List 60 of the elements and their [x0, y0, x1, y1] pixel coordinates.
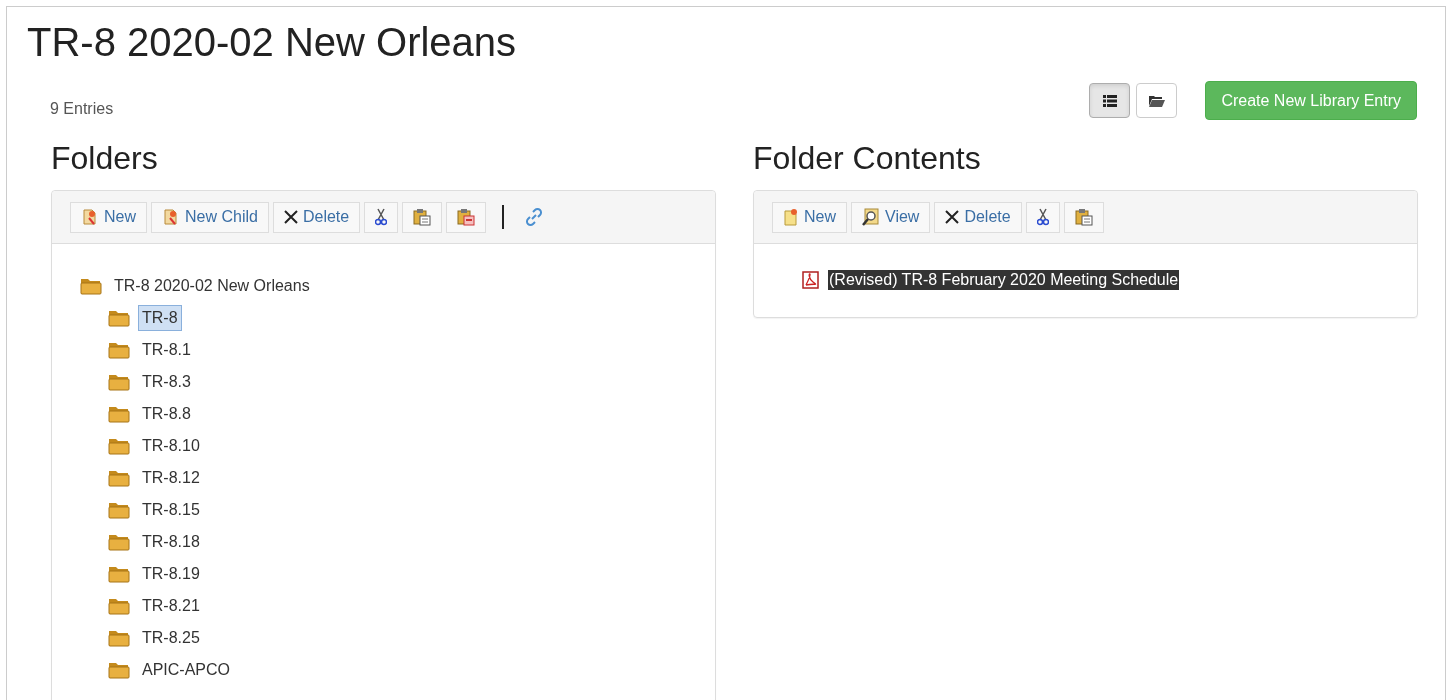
folder-icon	[108, 373, 130, 391]
paste-button[interactable]	[402, 201, 443, 233]
tree-item[interactable]: TR-8.3	[138, 369, 195, 395]
cut-button[interactable]	[364, 201, 399, 233]
paste-button[interactable]	[1063, 201, 1104, 233]
folder-icon	[80, 277, 102, 295]
folder-icon	[108, 533, 130, 551]
folder-view-button[interactable]	[1136, 83, 1178, 118]
folder-icon	[108, 309, 130, 327]
tree-item[interactable]: TR-8.21	[138, 593, 204, 619]
entry-count: 9 Entries	[50, 99, 114, 118]
link-icon	[524, 207, 545, 227]
tree-item[interactable]: TR-8.18	[138, 529, 204, 555]
tree-item[interactable]: TR-8.8	[138, 401, 195, 427]
list-icon	[1102, 94, 1117, 107]
tree-item[interactable]: TR-8.10	[138, 433, 204, 459]
tree-item[interactable]: TR-8.25	[138, 625, 204, 651]
folder-icon	[108, 597, 130, 615]
section-heading: Folder Contents	[753, 140, 982, 176]
document-item[interactable]: (Revised) TR-8 February 2020 Meeting Schedule	[828, 270, 1180, 290]
toolbar-separator	[502, 205, 505, 229]
tree-item[interactable]: TR-8 2020-02 New Orleans	[110, 273, 314, 299]
close-icon	[283, 210, 298, 224]
toolbar-button[interactable]: View	[851, 201, 931, 233]
scissors-icon	[1036, 208, 1049, 226]
folder-icon	[108, 629, 130, 647]
folder-icon	[1148, 94, 1165, 107]
magnifier-icon	[862, 208, 880, 226]
toolbar-button[interactable]: New	[772, 201, 847, 233]
cut-button[interactable]	[1025, 201, 1060, 233]
folder-icon	[108, 405, 130, 423]
tree-item[interactable]: TR-8	[138, 305, 182, 331]
tree-item[interactable]: TR-8.19	[138, 561, 204, 587]
page-title: TR-8 2020-02 New Orleans	[27, 19, 518, 65]
folder-icon	[108, 341, 130, 359]
folder-icon	[108, 661, 130, 679]
toolbar-button[interactable]: Delete	[272, 201, 361, 233]
clipboard-icon	[1074, 208, 1093, 226]
folder-icon	[108, 469, 130, 487]
folder-icon	[108, 501, 130, 519]
new-document-icon	[783, 208, 799, 226]
new-document-icon	[81, 208, 99, 226]
list-view-button[interactable]	[1089, 83, 1131, 118]
tree-item[interactable]: TR-8.12	[138, 465, 204, 491]
tree-item[interactable]: TR-8.15	[138, 497, 204, 523]
clipboard-icon	[457, 208, 476, 226]
section-heading: Folders	[51, 140, 159, 176]
toolbar-button[interactable]: New Child	[151, 201, 269, 233]
toolbar-button[interactable]: New	[70, 201, 147, 233]
tree-item[interactable]: TR-8.1	[138, 337, 195, 363]
clipboard-icon	[413, 208, 432, 226]
tree-item[interactable]: APIC-APCO	[138, 657, 234, 683]
scissors-icon	[375, 208, 388, 226]
pdf-file-icon	[802, 271, 820, 289]
close-icon	[945, 210, 960, 224]
folder-icon	[108, 565, 130, 583]
toolbar-button[interactable]: Delete	[934, 201, 1022, 233]
new-document-icon	[162, 208, 180, 226]
paste-button[interactable]	[446, 201, 487, 233]
folder-icon	[108, 437, 130, 455]
